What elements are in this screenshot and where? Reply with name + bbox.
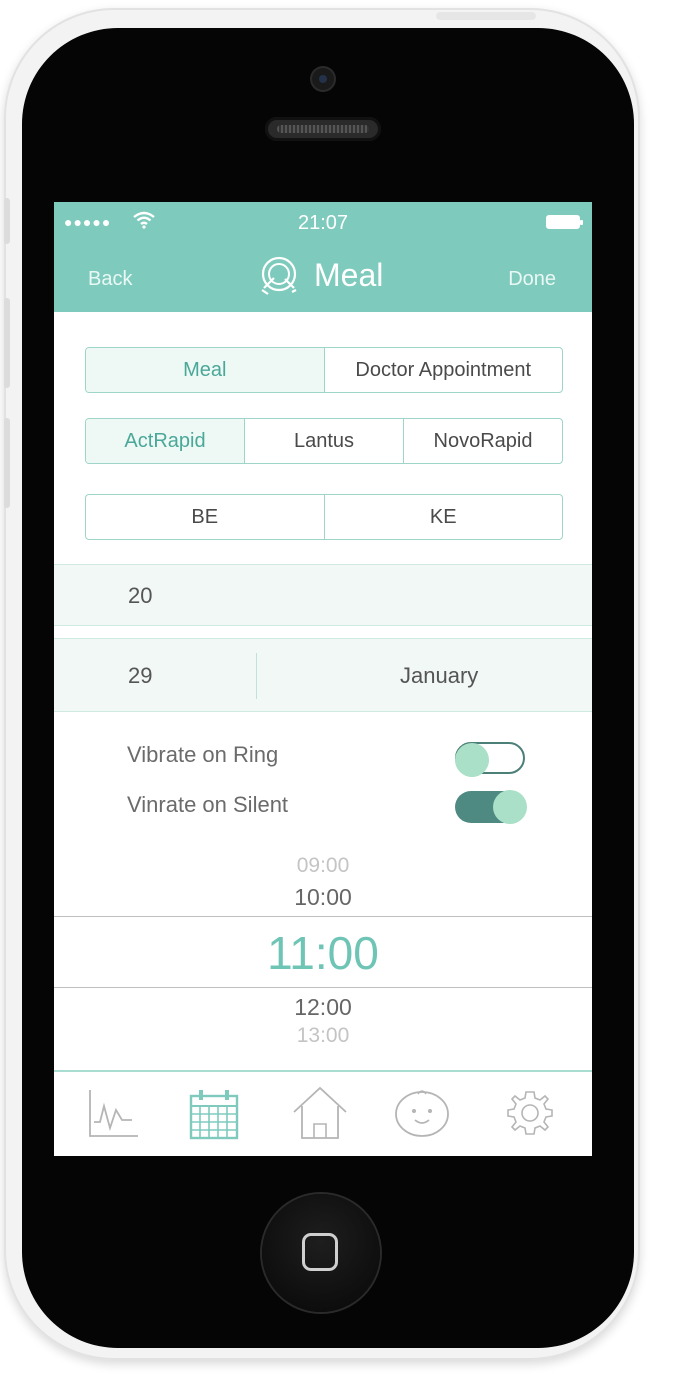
segment-ke[interactable]: KE [323, 495, 563, 539]
time-option[interactable]: 12:00 [54, 994, 592, 1021]
month-picker[interactable]: January [400, 663, 478, 689]
amount-picker[interactable]: 20 [54, 564, 592, 626]
unit-segmented-control: BE KE [85, 494, 563, 540]
meal-plate-icon [261, 256, 297, 295]
segment-doctor-appointment[interactable]: Doctor Appointment [323, 348, 563, 392]
time-option[interactable]: 13:00 [54, 1024, 592, 1048]
back-button[interactable]: Back [88, 268, 132, 291]
segment-be[interactable]: BE [86, 495, 324, 539]
segment-lantus[interactable]: Lantus [244, 419, 403, 463]
event-type-segmented-control: Meal Doctor Appointment [85, 347, 563, 393]
toggle-knob [455, 743, 489, 777]
home-button-icon [302, 1233, 338, 1271]
power-button [436, 12, 536, 20]
picker-selection-line [54, 916, 592, 917]
battery-icon [546, 215, 583, 229]
segment-meal[interactable]: Meal [86, 348, 324, 392]
vibrate-on-ring-toggle[interactable] [455, 742, 525, 777]
mute-switch [4, 198, 10, 244]
gear-icon[interactable] [502, 1084, 558, 1142]
vibrate-on-silent-label: Vinrate on Silent [127, 792, 289, 817]
segment-actrapid[interactable]: ActRapid [86, 419, 244, 463]
picker-selection-line [54, 987, 592, 988]
page-title: Meal [314, 257, 384, 293]
picker-divider [256, 653, 257, 699]
front-camera [312, 68, 334, 90]
vibrate-on-silent-toggle[interactable] [455, 790, 527, 824]
time-option[interactable]: 09:00 [54, 854, 592, 878]
vibrate-on-ring-label: Vibrate on Ring [127, 742, 279, 767]
day-picker[interactable]: 29 [128, 663, 152, 689]
home-icon[interactable] [292, 1084, 348, 1142]
segment-novorapid[interactable]: NovoRapid [403, 419, 562, 463]
status-time: 21:07 [297, 212, 349, 234]
earpiece-speaker [265, 117, 381, 141]
done-button[interactable]: Done [508, 268, 556, 291]
home-button[interactable] [262, 1194, 380, 1312]
time-option[interactable]: 10:00 [54, 884, 592, 911]
amount-value: 20 [128, 583, 153, 608]
baby-face-icon[interactable] [394, 1084, 450, 1142]
header: ●●●●● 21:07 Back Meal Done [54, 202, 592, 312]
app-screen: ●●●●● 21:07 Back Meal Done Meal Doctor A… [54, 202, 592, 1156]
tab-bar [54, 1070, 592, 1156]
calendar-icon[interactable] [186, 1084, 242, 1142]
time-option-selected[interactable]: 11:00 [54, 926, 592, 980]
stats-chart-icon[interactable] [86, 1084, 142, 1142]
date-picker: 29 January [54, 638, 592, 712]
insulin-segmented-control: ActRapid Lantus NovoRapid [85, 418, 563, 464]
volume-down-button [4, 418, 10, 508]
toggle-knob [493, 790, 527, 824]
volume-up-button [4, 298, 10, 388]
